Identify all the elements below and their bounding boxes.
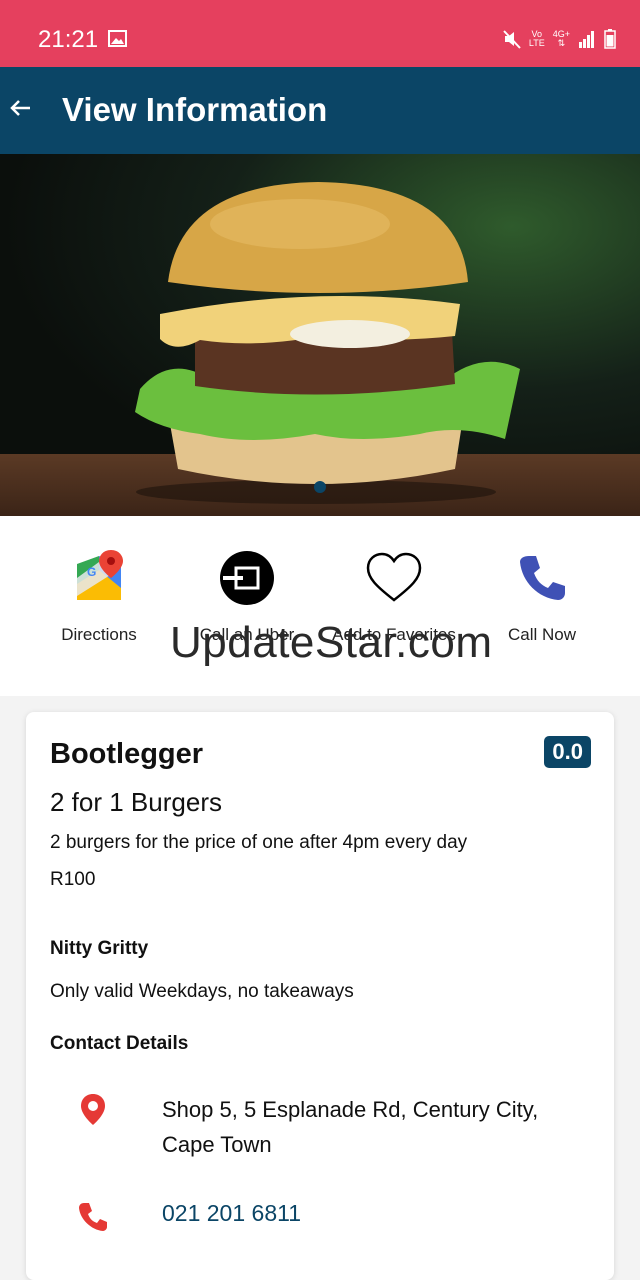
add-favorites-label: Add to Favorites bbox=[332, 625, 456, 644]
phone-icon bbox=[520, 556, 565, 600]
action-row: G Directions Call an Uber Add to Favorit… bbox=[0, 516, 640, 696]
page-title: View Information bbox=[62, 91, 328, 128]
rating-badge: 0.0 bbox=[544, 736, 591, 768]
uber-icon bbox=[220, 551, 274, 605]
heart-icon bbox=[366, 552, 422, 602]
call-now-button[interactable]: Call Now bbox=[467, 548, 617, 645]
add-favorites-button[interactable]: Add to Favorites bbox=[319, 548, 469, 645]
directions-label: Directions bbox=[61, 625, 137, 644]
deal-info-card: Bootlegger 0.0 2 for 1 Burgers 2 burgers… bbox=[26, 712, 614, 1280]
phone-row[interactable]: 021 201 6811 bbox=[76, 1200, 301, 1234]
signal-icon bbox=[579, 31, 594, 48]
mute-icon bbox=[503, 30, 521, 49]
carousel-indicator[interactable] bbox=[314, 481, 326, 493]
gallery-icon bbox=[108, 30, 127, 47]
battery-icon bbox=[604, 29, 616, 49]
call-uber-label: Call an Uber bbox=[199, 625, 295, 644]
nitty-gritty-text: Only valid Weekdays, no takeaways bbox=[50, 981, 354, 1002]
hero-image[interactable] bbox=[0, 154, 640, 516]
deal-title: 2 for 1 Burgers bbox=[50, 787, 222, 817]
nitty-gritty-heading: Nitty Gritty bbox=[50, 938, 149, 959]
google-maps-icon: G bbox=[77, 550, 123, 600]
phone-number-link[interactable]: 021 201 6811 bbox=[162, 1200, 301, 1227]
deal-price: R100 bbox=[50, 869, 96, 890]
directions-button[interactable]: G Directions bbox=[24, 548, 174, 645]
network-type-label: 4G+ ⇅ bbox=[552, 29, 570, 48]
address-row[interactable]: Shop 5, 5 Esplanade Rd, Century City, Ca… bbox=[76, 1092, 582, 1162]
svg-text:G: G bbox=[87, 565, 96, 579]
back-arrow-icon[interactable] bbox=[8, 95, 34, 121]
contact-details-heading: Contact Details bbox=[50, 1033, 189, 1054]
burger-illustration bbox=[135, 182, 520, 504]
deal-description: 2 burgers for the price of one after 4pm… bbox=[50, 832, 468, 853]
venue-name: Bootlegger bbox=[50, 738, 204, 770]
app-bar: View Information bbox=[0, 67, 640, 154]
status-bar: 21:21 Vo LTE 4G+ ⇅ bbox=[0, 0, 640, 67]
location-pin-icon bbox=[81, 1094, 105, 1125]
address-text: Shop 5, 5 Esplanade Rd, Century City, Ca… bbox=[162, 1097, 539, 1157]
call-now-label: Call Now bbox=[507, 625, 577, 644]
status-time: 21:21 bbox=[38, 26, 99, 53]
volte-label: Vo LTE bbox=[528, 29, 545, 48]
phone-icon bbox=[79, 1203, 107, 1231]
call-uber-button[interactable]: Call an Uber bbox=[172, 548, 322, 645]
status-icons: Vo LTE 4G+ ⇅ bbox=[503, 28, 616, 50]
